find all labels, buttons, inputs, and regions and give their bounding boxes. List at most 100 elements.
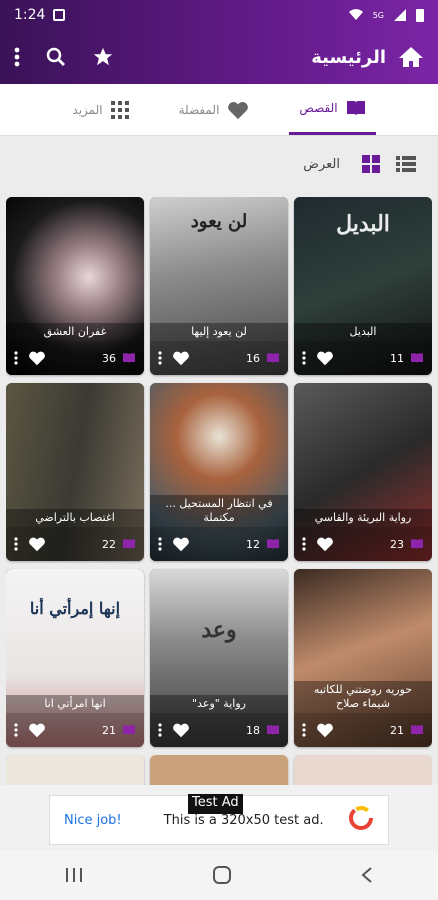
book-menu-button[interactable]: [14, 351, 18, 365]
tab-stories-label: القصص: [299, 101, 338, 115]
favorites-star-button[interactable]: [92, 46, 114, 68]
more-vert-icon: [14, 723, 18, 737]
book-icon: [267, 353, 279, 364]
heart-icon: [173, 351, 189, 366]
book-card[interactable]: اغتصاب بالتراضي 22: [6, 383, 144, 561]
more-vert-icon: [158, 351, 162, 365]
view-label: العرض: [303, 156, 340, 172]
book-icon: [123, 539, 135, 550]
book-meta: 36: [6, 341, 144, 375]
back-button[interactable]: [361, 866, 373, 884]
favorite-button[interactable]: [28, 722, 46, 738]
book-card[interactable]: [150, 755, 288, 785]
book-menu-button[interactable]: [302, 351, 306, 365]
more-vert-icon: [14, 537, 18, 551]
heart-icon: [29, 537, 45, 552]
book-menu-button[interactable]: [14, 537, 18, 551]
signal-icon: [394, 9, 406, 21]
book-menu-button[interactable]: [158, 723, 162, 737]
book-cover-text: البديل: [336, 211, 390, 237]
book-title: غفران العشق: [6, 323, 144, 341]
book-title: رواية البريئة والقاسي: [294, 509, 432, 527]
heart-icon: [173, 723, 189, 738]
chapter-count: 12: [246, 537, 260, 551]
book-icon: [267, 725, 279, 736]
chapter-count: 16: [246, 351, 260, 365]
favorite-button[interactable]: [172, 722, 190, 738]
recent-apps-button[interactable]: [65, 867, 83, 883]
list-view-button[interactable]: [396, 156, 416, 172]
wifi-icon: [348, 9, 363, 20]
book-card[interactable]: البديل البديل 11: [294, 197, 432, 375]
apps-grid-icon: [110, 100, 129, 119]
book-cover-text: وعد: [201, 617, 237, 643]
home-button[interactable]: [398, 45, 424, 69]
home-nav-button[interactable]: [212, 865, 232, 885]
more-vert-icon: [14, 47, 20, 67]
app-bar: الرئيسية: [0, 30, 438, 84]
favorite-button[interactable]: [28, 536, 46, 552]
favorite-button[interactable]: [316, 536, 334, 552]
favorite-button[interactable]: [316, 350, 334, 366]
favorite-button[interactable]: [316, 722, 334, 738]
search-button[interactable]: [46, 47, 66, 67]
chapter-count: 21: [390, 723, 404, 737]
tab-favorites[interactable]: المفضلة: [169, 84, 260, 135]
book-title: انها امرأتي انا: [6, 695, 144, 713]
book-meta: 12: [150, 527, 288, 561]
favorite-button[interactable]: [172, 536, 190, 552]
more-vert-icon: [158, 537, 162, 551]
book-grid: البديل البديل 11 لن يعود لن يعود إليها 1…: [6, 197, 432, 785]
heart-icon: [317, 351, 333, 366]
tab-more-label: المزيد: [72, 102, 103, 117]
book-title: في انتظار المستحيل ... مكتملة: [150, 495, 288, 527]
overflow-menu-button[interactable]: [14, 47, 20, 67]
book-icon: [411, 725, 423, 736]
book-meta: 21: [6, 713, 144, 747]
book-meta: 23: [294, 527, 432, 561]
tab-stories[interactable]: القصص: [289, 84, 376, 135]
search-icon: [46, 47, 65, 66]
more-vert-icon: [158, 723, 162, 737]
book-card[interactable]: رواية البريئة والقاسي 23: [294, 383, 432, 561]
back-chevron-icon: [361, 867, 372, 883]
star-icon: [93, 47, 113, 66]
heart-icon: [29, 723, 45, 738]
book-title: لن يعود إليها: [150, 323, 288, 341]
book-meta: 18: [150, 713, 288, 747]
status-time: 1:24: [14, 7, 46, 23]
book-menu-button[interactable]: [302, 537, 306, 551]
book-card[interactable]: [294, 755, 432, 785]
book-card[interactable]: [6, 755, 144, 785]
book-menu-button[interactable]: [14, 723, 18, 737]
book-card[interactable]: وعد رواية "وعد" 18: [150, 569, 288, 747]
book-meta: 22: [6, 527, 144, 561]
book-card[interactable]: غفران العشق 36: [6, 197, 144, 375]
book-card[interactable]: إنها إمرأتي أنا انها امرأتي انا 21: [6, 569, 144, 747]
heart-icon: [317, 537, 333, 552]
book-meta: 11: [294, 341, 432, 375]
tab-more[interactable]: المزيد: [62, 84, 138, 135]
favorite-button[interactable]: [172, 350, 190, 366]
favorite-button[interactable]: [28, 350, 46, 366]
book-menu-button[interactable]: [158, 351, 162, 365]
status-bar: 1:24 5G: [0, 0, 438, 30]
grid-view-button[interactable]: [362, 155, 380, 173]
chapter-count: 21: [102, 723, 116, 737]
heart-icon: [173, 537, 189, 552]
home-circle-icon: [212, 866, 231, 884]
view-toggle-row: العرض: [0, 140, 438, 188]
book-card[interactable]: لن يعود لن يعود إليها 16: [150, 197, 288, 375]
page-title: الرئيسية: [311, 46, 386, 68]
battery-icon: [416, 8, 424, 22]
book-menu-button[interactable]: [158, 537, 162, 551]
book-cover-text: لن يعود: [190, 211, 248, 232]
book-icon: [411, 539, 423, 550]
book-title: البديل: [294, 323, 432, 341]
book-meta: 16: [150, 341, 288, 375]
book-card[interactable]: حوريه روضتني للكاتبه شيماء صلاح 21: [294, 569, 432, 747]
book-menu-button[interactable]: [302, 723, 306, 737]
chapter-count: 18: [246, 723, 260, 737]
status-icons: 5G: [348, 8, 424, 22]
book-card[interactable]: في انتظار المستحيل ... مكتملة 12: [150, 383, 288, 561]
